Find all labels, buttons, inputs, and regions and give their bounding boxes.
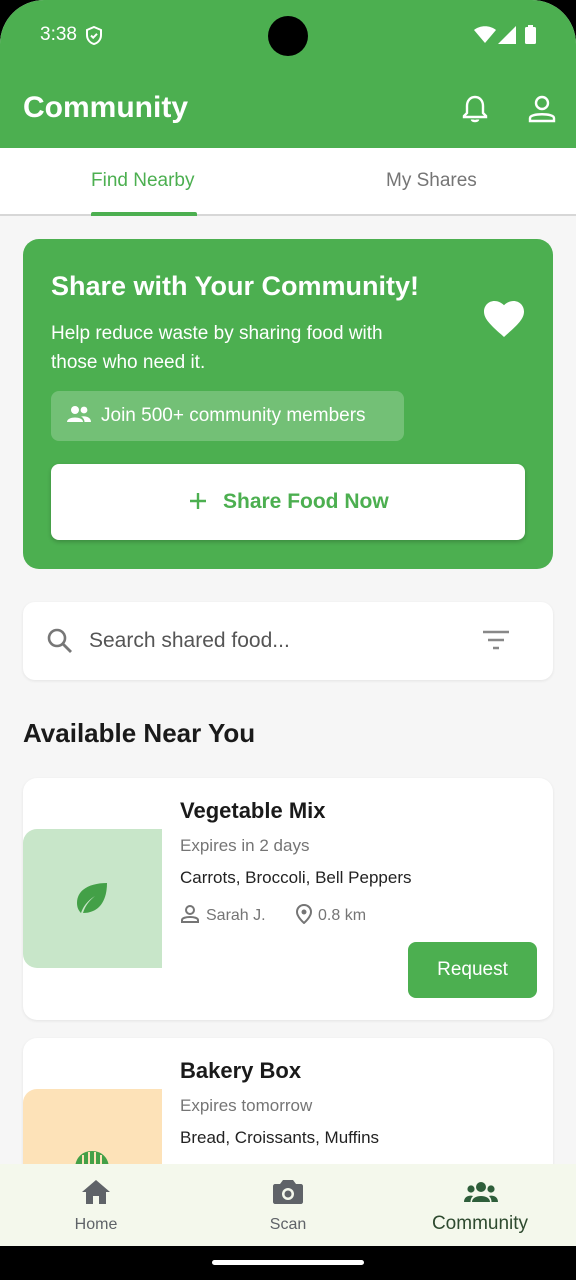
tab-my-shares[interactable]: My Shares [386, 170, 477, 192]
listing-name: Vegetable Mix [180, 798, 326, 823]
listing-expiry: Expires in 2 days [180, 836, 310, 855]
wifi-icon [474, 26, 496, 49]
share-hero-card: Share with Your Community! Help reduce w… [23, 239, 553, 569]
page-title: Community [23, 91, 188, 124]
signal-icon [498, 26, 516, 49]
home-indicator[interactable] [212, 1260, 364, 1265]
listing-user: Sarah J. [180, 904, 266, 925]
listing-items: Carrots, Broccoli, Bell Peppers [180, 868, 412, 887]
listing-thumbnail [23, 829, 162, 968]
app-screen: 3:38 Community Find Nearby My Shares Sha… [0, 0, 576, 1280]
home-icon [80, 1178, 112, 1211]
listing-user-name: Sarah J. [206, 907, 266, 924]
search-input[interactable] [89, 626, 469, 656]
location-pin-icon [295, 903, 313, 925]
profile-icon[interactable] [528, 95, 556, 128]
hero-title: Share with Your Community! [51, 271, 420, 301]
listing-name: Bakery Box [180, 1058, 302, 1083]
nav-home-label: Home [74, 1216, 118, 1233]
nav-community-label: Community [431, 1213, 529, 1234]
app-bar: 3:38 Community [0, 0, 576, 148]
gesture-navigation-area [0, 1246, 576, 1280]
camera-cutout [268, 16, 308, 56]
tab-bar: Find Nearby My Shares [0, 148, 576, 216]
groups-icon [464, 1178, 498, 1211]
listing-expiry: Expires tomorrow [180, 1096, 313, 1115]
community-members-chip: Join 500+ community members [51, 391, 404, 441]
nav-scan-label: Scan [269, 1216, 307, 1233]
shield-icon [86, 25, 102, 50]
listing-items: Bread, Croissants, Muffins [180, 1128, 380, 1147]
tab-indicator [91, 212, 197, 216]
nav-home[interactable]: Home [0, 1164, 192, 1246]
listing-card[interactable]: Vegetable Mix Expires in 2 days Carrots,… [23, 778, 553, 1020]
section-title: Available Near You [23, 718, 256, 748]
chip-label: Join 500+ community members [101, 405, 366, 426]
listing-distance-value: 0.8 km [318, 907, 367, 924]
request-button[interactable]: Request [408, 942, 537, 998]
plus-icon [189, 492, 207, 515]
person-icon [181, 905, 199, 923]
listing-distance: 0.8 km [295, 903, 367, 925]
camera-icon [272, 1178, 304, 1211]
hero-description: Help reduce waste by sharing food with t… [51, 323, 383, 373]
tab-find-nearby[interactable]: Find Nearby [91, 170, 195, 192]
nav-community[interactable]: Community [384, 1164, 576, 1246]
share-food-now-label: Share Food Now [223, 490, 389, 513]
status-time: 3:38 [40, 24, 77, 45]
search-bar [23, 602, 553, 680]
filter-icon[interactable] [483, 630, 509, 655]
share-food-now-button[interactable]: Share Food Now [51, 464, 525, 540]
heart-icon [484, 301, 524, 342]
nav-scan[interactable]: Scan [192, 1164, 384, 1246]
notifications-bell-icon[interactable] [462, 95, 488, 128]
people-icon [67, 405, 91, 428]
search-icon [47, 628, 73, 659]
bottom-navigation: Home Scan Community [0, 1164, 576, 1246]
battery-icon [525, 25, 536, 49]
status-bar: 3:38 [0, 0, 576, 72]
leaf-icon [75, 881, 109, 920]
